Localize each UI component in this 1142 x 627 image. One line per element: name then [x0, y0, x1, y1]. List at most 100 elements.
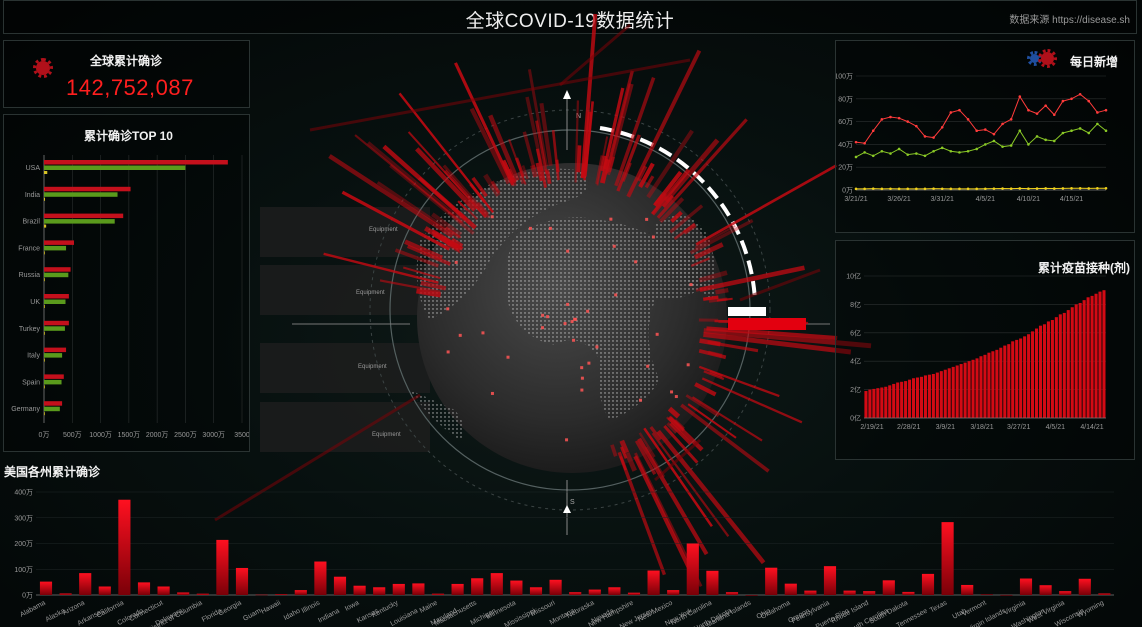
vaccine-bar: [935, 372, 939, 418]
daily-point: [1096, 122, 1099, 126]
daily-point: [863, 141, 866, 145]
daily-point: [871, 187, 875, 190]
state-label: Alabama: [19, 600, 47, 619]
globe-spike: [708, 297, 728, 303]
x-tick-label: 3500: [234, 432, 249, 439]
bar-india-s1: [44, 192, 118, 197]
vaccine-chart[interactable]: 10亿 8亿 6亿 4亿 2亿 0亿2/19/21 2/28/21 3/9/21 3/18/21…: [836, 241, 1134, 459]
state-bar-43: [882, 580, 895, 595]
virus-icon: [33, 58, 53, 78]
state-label: Georgia: [217, 600, 242, 618]
vaccine-bar: [919, 376, 924, 418]
bar-italy-s2: [44, 358, 45, 362]
daily-point: [1035, 187, 1039, 190]
daily-point: [1001, 122, 1004, 126]
vaccine-bar: [1066, 310, 1070, 418]
vaccine-bar: [1042, 324, 1046, 418]
vaccine-bar: [939, 371, 943, 418]
country-label: USA: [26, 165, 41, 172]
state-bar-47: [961, 584, 974, 595]
vaccine-bar: [999, 347, 1003, 418]
state-bar-38: [784, 583, 797, 595]
state-bar-13: [294, 590, 307, 595]
vaccine-bar: [912, 378, 916, 418]
country-label: Germany: [11, 406, 40, 413]
globe-marker: [506, 355, 510, 359]
daily-point: [1009, 144, 1013, 147]
total-confirmed-panel: 全球累计确诊 142,752,087: [3, 40, 250, 108]
state-bar-44: [902, 591, 915, 595]
daily-point: [1027, 143, 1030, 146]
daily-point: [906, 187, 910, 191]
state-bar-53: [1078, 578, 1091, 595]
daily-point: [1104, 129, 1108, 133]
daily-point: [1061, 131, 1065, 135]
daily-point: [1096, 111, 1099, 114]
total-confirmed-label: 全球累计确诊: [90, 54, 163, 68]
state-bar-32: [667, 590, 680, 595]
y-tick-label: 40万: [838, 141, 853, 149]
globe-spike: [576, 145, 582, 173]
daily-point: [1104, 108, 1108, 112]
daily-point: [897, 116, 901, 120]
globe-spike: [454, 62, 515, 186]
bar-russia-s1: [44, 272, 69, 278]
globe-marker: [563, 321, 567, 325]
daily-point: [863, 151, 866, 154]
bar-turkey-s0: [44, 320, 69, 326]
daily-point: [1035, 135, 1039, 138]
state-bar-28: [588, 589, 601, 595]
daily-point: [940, 187, 944, 191]
globe-spike: [695, 164, 838, 246]
x-tick-label: 3/26/21: [887, 196, 910, 203]
state-bar-52: [1059, 591, 1072, 595]
daily-point: [880, 149, 884, 153]
bar-uk-s0: [44, 294, 69, 299]
daily-point: [1087, 131, 1091, 135]
state-label: Iowa: [344, 600, 360, 613]
state-bar-17: [373, 587, 386, 595]
state-bar-21: [451, 583, 464, 595]
equipment-label-2: Equipment: [356, 290, 385, 296]
vaccine-bar: [1070, 307, 1074, 418]
vaccine-bar: [1007, 344, 1011, 418]
vaccine-bar: [876, 388, 880, 418]
us-states-chart[interactable]: 400万300万200万100万0万AlabamaAlaskaArizonaAr…: [0, 477, 1142, 627]
daily-point: [984, 187, 987, 191]
daily-new-panel: 每日新增 100万 80万 60万 40万 20万 0万 3/21/21 3/26/21 3/3…: [835, 40, 1135, 233]
state-label: Missouri: [530, 599, 557, 618]
vaccine-bar: [1015, 339, 1019, 418]
daily-point: [923, 154, 927, 158]
state-bar-4: [118, 499, 131, 595]
vaccine-bar: [955, 365, 959, 418]
daily-point: [1078, 92, 1082, 96]
x-tick-label: 3/27/21: [1007, 424, 1030, 431]
bar-brazil-s2: [44, 224, 47, 228]
vaccine-bar: [959, 364, 963, 418]
daily-point: [880, 187, 884, 191]
globe-marker: [490, 215, 494, 219]
globe-marker: [689, 283, 693, 287]
state-bar-10: [235, 567, 249, 595]
daily-point: [975, 187, 978, 191]
country-label: Russia: [19, 272, 41, 279]
state-bar-54: [1098, 593, 1111, 595]
state-bar-29: [608, 587, 621, 595]
globe-marker: [686, 363, 690, 367]
vaccine-bar: [1062, 312, 1066, 418]
globe-marker: [651, 235, 655, 239]
country-label: France: [18, 245, 40, 252]
daily-point: [992, 132, 996, 136]
daily-new-chart[interactable]: 100万 80万 60万 40万 20万 0万3/21/21 3/26/21 3/31/21 4…: [836, 41, 1134, 232]
bar-usa-s0: [44, 160, 228, 165]
top10-chart[interactable]: 0万 500万 1000万 1500万 2000万 2500万 3000万 3500 USA In…: [4, 115, 249, 451]
vaccine-bar: [947, 368, 951, 418]
y-tick-label: 6亿: [850, 328, 861, 337]
vaccine-bar: [884, 386, 888, 418]
bar-india-s2: [44, 197, 46, 201]
daily-point: [871, 129, 875, 133]
daily-point: [958, 108, 961, 112]
state-bar-25: [529, 587, 543, 595]
vaccine-bar: [868, 389, 872, 418]
vaccine-bar: [1031, 331, 1035, 418]
